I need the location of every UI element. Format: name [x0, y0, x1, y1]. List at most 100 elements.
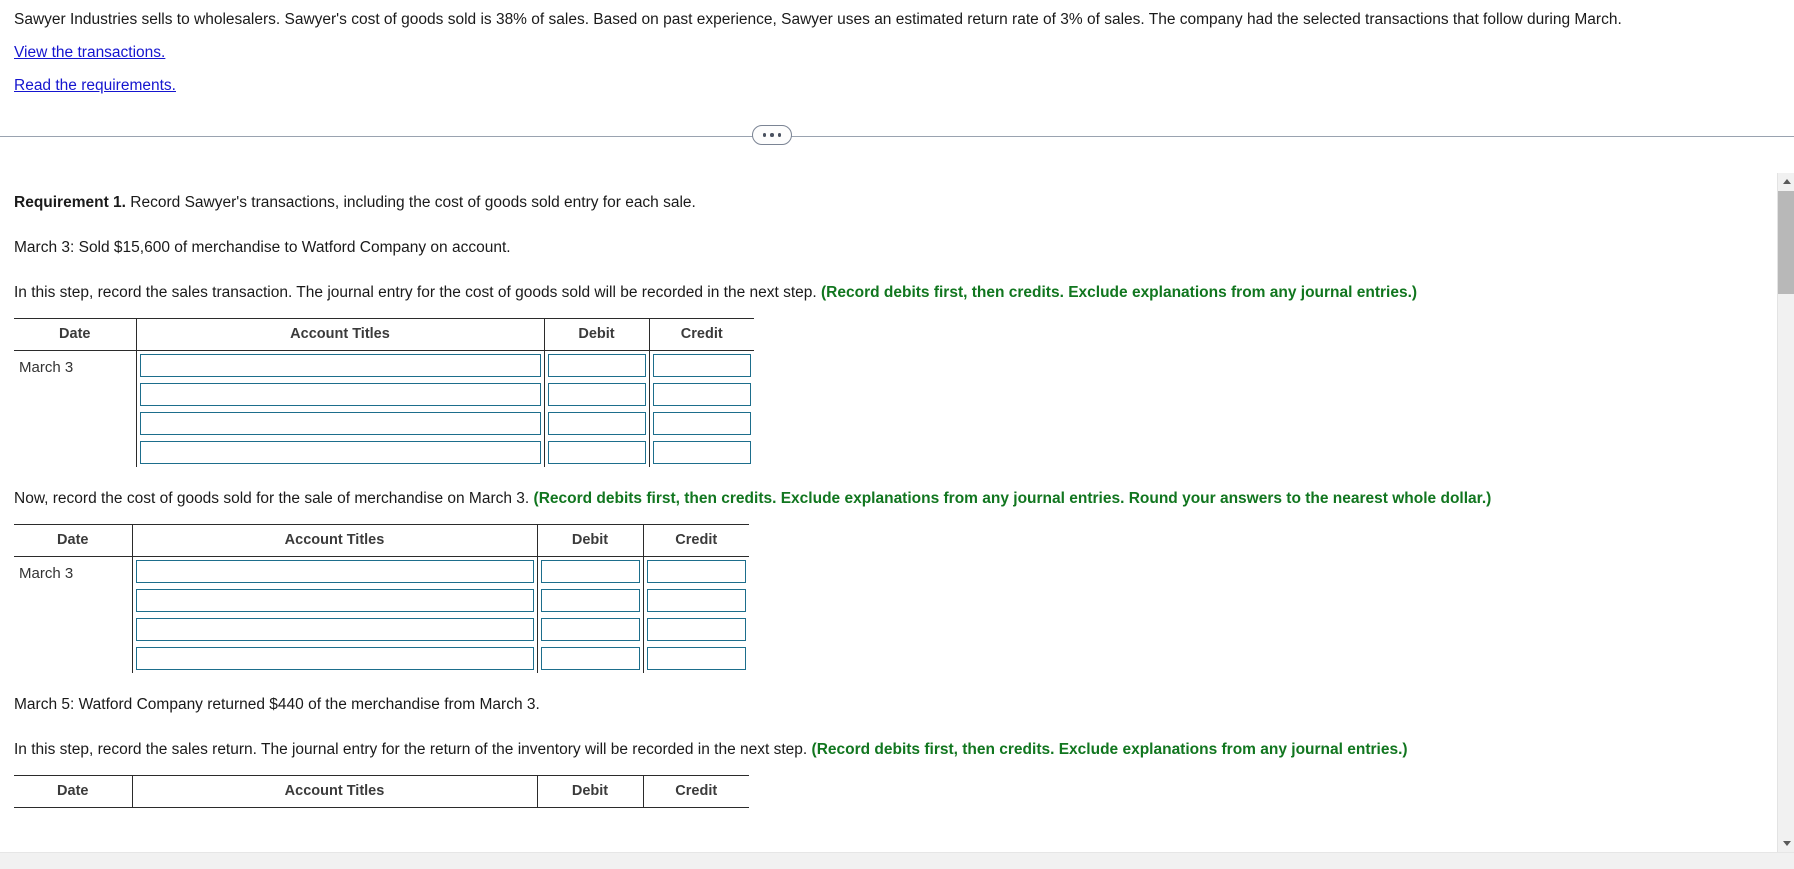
column-header-account-titles: Account Titles — [135, 317, 544, 351]
view-transactions-row: View the transactions. — [14, 42, 1761, 64]
date-cell: March 3 — [14, 350, 136, 467]
ellipsis-dot-icon — [777, 133, 782, 137]
account-title-cell — [131, 643, 537, 673]
section-1-instruction-plain: In this step, record the sales transacti… — [14, 283, 822, 301]
date-value: March 3 — [19, 564, 74, 582]
credit-input[interactable] — [652, 440, 751, 464]
section-3-instruction-note: (Record debits first, then credits. Excl… — [811, 740, 1408, 758]
debit-input[interactable] — [540, 646, 640, 670]
scroll-up-button[interactable] — [1778, 173, 1794, 190]
table-header-row: Date Account Titles Debit Credit — [14, 523, 749, 557]
application-root: Sawyer Industries sells to wholesalers. … — [0, 0, 1794, 869]
section-divider — [0, 125, 1794, 147]
column-header-credit: Credit — [642, 523, 749, 557]
problem-statement: Sawyer Industries sells to wholesalers. … — [0, 0, 1775, 97]
account-title-cell — [135, 408, 544, 438]
account-title-input[interactable] — [135, 559, 534, 583]
problem-paragraph: Sawyer Industries sells to wholesalers. … — [14, 11, 1622, 28]
table-header-row: Date Account Titles Debit Credit — [14, 317, 754, 351]
account-title-input[interactable] — [139, 353, 541, 377]
ellipsis-dot-icon — [770, 133, 774, 137]
credit-cell — [642, 643, 749, 673]
column-header-account-titles: Account Titles — [131, 523, 537, 557]
column-header-account-titles: Account Titles — [131, 774, 537, 808]
debit-input[interactable] — [547, 411, 646, 435]
debit-input[interactable] — [540, 617, 640, 641]
credit-input[interactable] — [646, 588, 746, 612]
divider-line — [0, 136, 1794, 137]
debit-cell — [543, 350, 649, 380]
credit-cell — [642, 556, 749, 586]
credit-cell — [648, 437, 754, 467]
table-row: March 3 — [14, 556, 749, 673]
requirement-number: Requirement 1. — [14, 194, 126, 211]
credit-input[interactable] — [652, 411, 751, 435]
credit-cell — [648, 408, 754, 438]
column-header-credit: Credit — [648, 317, 754, 351]
account-title-input[interactable] — [139, 440, 541, 464]
requirement-text: Record Sawyer's transactions, including … — [125, 194, 696, 211]
debit-input[interactable] — [547, 353, 646, 377]
account-title-input[interactable] — [135, 646, 534, 670]
journal-table-2: Date Account Titles Debit Credit March 3 — [14, 523, 749, 673]
section-1-instruction: In this step, record the sales transacti… — [14, 283, 1742, 304]
vertical-scrollbar[interactable] — [1777, 173, 1794, 852]
journal-table-1: Date Account Titles Debit Credit March 3 — [14, 317, 754, 467]
credit-cell — [642, 614, 749, 644]
column-header-date: Date — [14, 523, 132, 557]
chevron-up-icon — [1782, 179, 1791, 184]
date-cell: March 3 — [14, 556, 132, 673]
credit-input[interactable] — [652, 353, 751, 377]
section-3-instruction-plain: In this step, record the sales return. T… — [14, 740, 812, 758]
section-1-event: March 3: Sold $15,600 of merchandise to … — [14, 238, 511, 256]
column-header-credit: Credit — [642, 774, 749, 808]
debit-input[interactable] — [540, 588, 640, 612]
column-header-debit: Debit — [536, 523, 643, 557]
credit-cell — [642, 585, 749, 615]
section-2-instruction: Now, record the cost of goods sold for t… — [14, 489, 1742, 510]
worksheet-content: Requirement 1. Record Sawyer's transacti… — [0, 173, 1756, 830]
section-3-instruction: In this step, record the sales return. T… — [14, 740, 1742, 761]
column-header-date: Date — [14, 317, 136, 351]
expand-collapse-ellipsis-button[interactable] — [752, 125, 792, 145]
credit-cell — [648, 379, 754, 409]
debit-cell — [536, 585, 643, 615]
account-title-cell — [135, 437, 544, 467]
view-transactions-link[interactable]: View the transactions. — [14, 42, 165, 64]
account-title-input[interactable] — [135, 588, 534, 612]
date-value: March 3 — [19, 358, 74, 376]
credit-input[interactable] — [646, 617, 746, 641]
debit-input[interactable] — [547, 440, 646, 464]
scroll-down-button[interactable] — [1778, 835, 1794, 852]
account-title-cell — [131, 556, 537, 586]
column-header-date: Date — [14, 774, 132, 808]
journal-table-3: Date Account Titles Debit Credit — [14, 774, 749, 808]
account-title-input[interactable] — [139, 382, 541, 406]
read-requirements-row: Read the requirements. — [14, 75, 1761, 97]
account-title-cell — [135, 379, 544, 409]
column-header-debit: Debit — [536, 774, 643, 808]
column-header-debit: Debit — [543, 317, 649, 351]
account-title-input[interactable] — [135, 617, 534, 641]
scrollbar-thumb[interactable] — [1778, 191, 1794, 294]
worksheet-scroll-area[interactable]: Requirement 1. Record Sawyer's transacti… — [0, 173, 1794, 869]
read-requirements-link[interactable]: Read the requirements. — [14, 75, 176, 97]
bottom-edge-strip — [0, 852, 1794, 869]
debit-cell — [536, 614, 643, 644]
account-title-cell — [135, 350, 544, 380]
section-3-event: March 5: Watford Company returned $440 o… — [14, 695, 540, 713]
debit-cell — [543, 379, 649, 409]
account-title-input[interactable] — [139, 411, 541, 435]
debit-input[interactable] — [540, 559, 640, 583]
credit-input[interactable] — [652, 382, 751, 406]
requirement-heading: Requirement 1. Record Sawyer's transacti… — [14, 193, 1742, 214]
credit-input[interactable] — [646, 646, 746, 670]
ellipsis-dot-icon — [762, 133, 767, 137]
debit-cell — [536, 643, 643, 673]
debit-input[interactable] — [547, 382, 646, 406]
debit-cell — [536, 556, 643, 586]
credit-input[interactable] — [646, 559, 746, 583]
chevron-down-icon — [1782, 841, 1791, 846]
section-2-instruction-note: (Record debits first, then credits. Excl… — [533, 489, 1492, 507]
account-title-cell — [131, 614, 537, 644]
